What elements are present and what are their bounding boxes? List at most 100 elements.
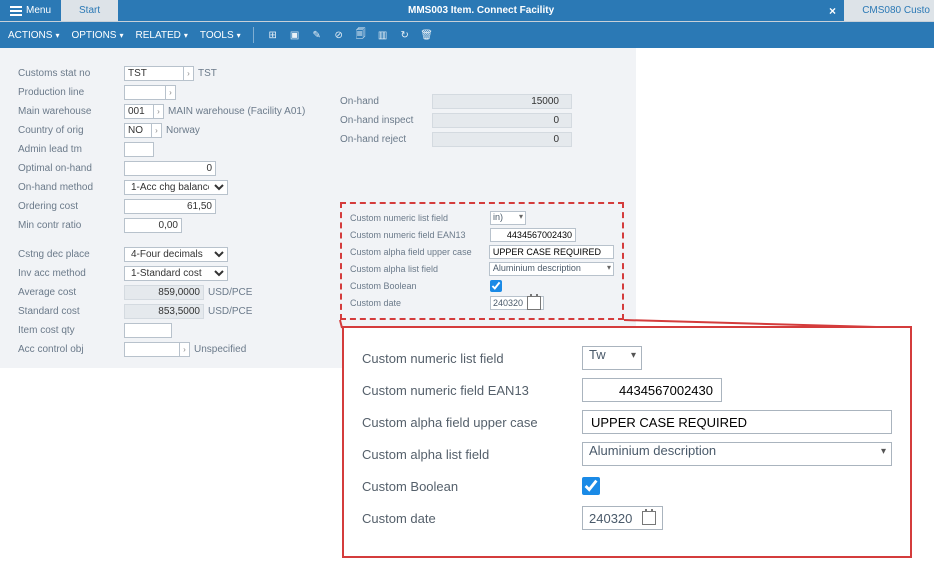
admin-lead-tm-input[interactable] [124,142,154,157]
related-menu[interactable]: RELATED▾ [136,30,188,41]
zoom-alpha-upper-input[interactable] [582,410,892,434]
standard-cost-unit: USD/PCE [208,306,252,317]
onhand-label: On-hand [340,96,432,107]
menu-label: Menu [26,0,51,22]
average-cost-label: Average cost [18,287,124,298]
item-cost-qty-label: Item cost qty [18,325,124,336]
chevron-down-icon: ▾ [237,31,241,40]
start-tab[interactable]: Start [61,5,118,16]
custom-alpha-upper-label: Custom alpha field upper case [350,247,489,257]
custom-date-value: 240320 [493,298,523,308]
zoom-boolean-checkbox[interactable] [582,477,600,495]
active-tab[interactable]: MMS003 Item. Connect Facility × [118,0,844,21]
onhand-method-label: On-hand method [18,182,124,193]
options-label: OPTIONS [71,30,116,41]
custom-boolean-checkbox[interactable] [490,280,502,292]
options-menu[interactable]: OPTIONS▾ [71,30,123,41]
production-line-input[interactable] [124,85,166,100]
zoom-boolean-label: Custom Boolean [362,479,582,494]
toolbar-icon-1[interactable]: ⊞ [266,28,280,42]
tools-menu[interactable]: TOOLS▾ [200,30,241,41]
inv-acc-method-label: Inv acc method [18,268,124,279]
production-line-label: Production line [18,87,124,98]
optimal-onhand-label: Optimal on-hand [18,163,124,174]
acc-control-obj-label: Acc control obj [18,344,124,355]
custom-alpha-list-label: Custom alpha list field [350,264,489,274]
customs-stat-no-input[interactable] [124,66,184,81]
separator [253,27,254,43]
zoom-panel: Custom numeric list field Tw Custom nume… [342,326,912,558]
custom-numeric-list-select[interactable]: in) [490,211,526,225]
admin-lead-tm-label: Admin lead tm [18,144,124,155]
toolbar-icon-6[interactable]: ▥ [376,28,390,42]
toolbar-icon-4[interactable]: ⊘ [332,28,346,42]
cstng-dec-place-label: Cstng dec place [18,249,124,260]
item-cost-qty-input[interactable] [124,323,172,338]
tools-label: TOOLS [200,30,234,41]
country-of-orig-input[interactable] [124,123,152,138]
cstng-dec-place-select[interactable]: 4-Four decimals [124,247,228,262]
zoom-numeric-list-label: Custom numeric list field [362,351,582,366]
ordering-cost-input[interactable] [124,199,216,214]
main-warehouse-label: Main warehouse [18,106,124,117]
lookup-icon[interactable]: › [154,104,164,119]
toolbar-icon-8[interactable]: 🗑 [420,28,434,42]
close-tab-icon[interactable]: × [829,0,836,22]
lookup-icon[interactable]: › [166,85,176,100]
active-tab-title: MMS003 Item. Connect Facility [408,5,554,16]
toolbar-icon-5[interactable]: 🗐 [354,28,368,42]
custom-alpha-list-select[interactable]: Aluminium description [489,262,614,276]
onhand-inspect-value: 0 [432,113,572,128]
custom-date-label: Custom date [350,298,490,308]
onhand-method-select[interactable]: 1-Acc chg balance [124,180,228,195]
lookup-icon[interactable]: › [180,342,190,357]
related-label: RELATED [136,30,181,41]
standard-cost-label: Standard cost [18,306,124,317]
zoom-date-label: Custom date [362,511,582,526]
custom-alpha-upper-input[interactable] [489,245,614,259]
chevron-down-icon: ▾ [119,31,123,40]
secondary-tab[interactable]: CMS080 Custo [844,0,934,21]
toolbar-icon-2[interactable]: ▣ [288,28,302,42]
optimal-onhand-input[interactable] [124,161,216,176]
custom-ean13-input[interactable] [490,228,576,242]
lookup-icon[interactable]: › [184,66,194,81]
toolbar-refresh-icon[interactable]: ↻ [398,28,412,42]
custom-date-input[interactable]: 240320 [490,296,544,310]
zoom-date-value: 240320 [589,511,632,526]
onhand-value: 15000 [432,94,572,109]
zoom-alpha-list-select[interactable]: Aluminium description [582,442,892,466]
zoom-ean13-input[interactable] [582,378,722,402]
zoom-numeric-list-value: Tw [589,347,606,362]
lookup-icon[interactable]: › [152,123,162,138]
calendar-icon [642,511,656,525]
chevron-down-icon: ▾ [55,31,59,40]
customs-stat-no-label: Customs stat no [18,68,124,79]
zoom-alpha-list-label: Custom alpha list field [362,447,582,462]
zoom-alpha-upper-label: Custom alpha field upper case [362,415,582,430]
min-contr-ratio-label: Min contr ratio [18,220,124,231]
custom-ean13-label: Custom numeric field EAN13 [350,230,490,240]
min-contr-ratio-input[interactable] [124,218,182,233]
ordering-cost-label: Ordering cost [18,201,124,212]
menu-button[interactable]: Menu [0,0,61,21]
onhand-inspect-label: On-hand inspect [340,115,432,126]
zoom-date-input[interactable]: 240320 [582,506,663,530]
main-warehouse-input[interactable] [124,104,154,119]
acc-control-obj-desc: Unspecified [194,344,246,355]
standard-cost-value [124,304,204,319]
hamburger-icon [10,6,22,16]
average-cost-value [124,285,204,300]
onhand-reject-label: On-hand reject [340,134,432,145]
custom-fields-highlight: Custom numeric list fieldin) Custom nume… [340,202,624,320]
calendar-icon [527,296,541,310]
inv-acc-method-select[interactable]: 1-Standard cost [124,266,228,281]
action-bar: ACTIONS▾ OPTIONS▾ RELATED▾ TOOLS▾ ⊞ ▣ ✎ … [0,22,934,48]
toolbar-icon-3[interactable]: ✎ [310,28,324,42]
custom-numeric-list-label: Custom numeric list field [350,213,490,223]
acc-control-obj-input[interactable] [124,342,180,357]
custom-boolean-label: Custom Boolean [350,281,490,291]
onhand-reject-value: 0 [432,132,572,147]
zoom-numeric-list-select[interactable]: Tw [582,346,642,370]
actions-menu[interactable]: ACTIONS▾ [8,30,59,41]
